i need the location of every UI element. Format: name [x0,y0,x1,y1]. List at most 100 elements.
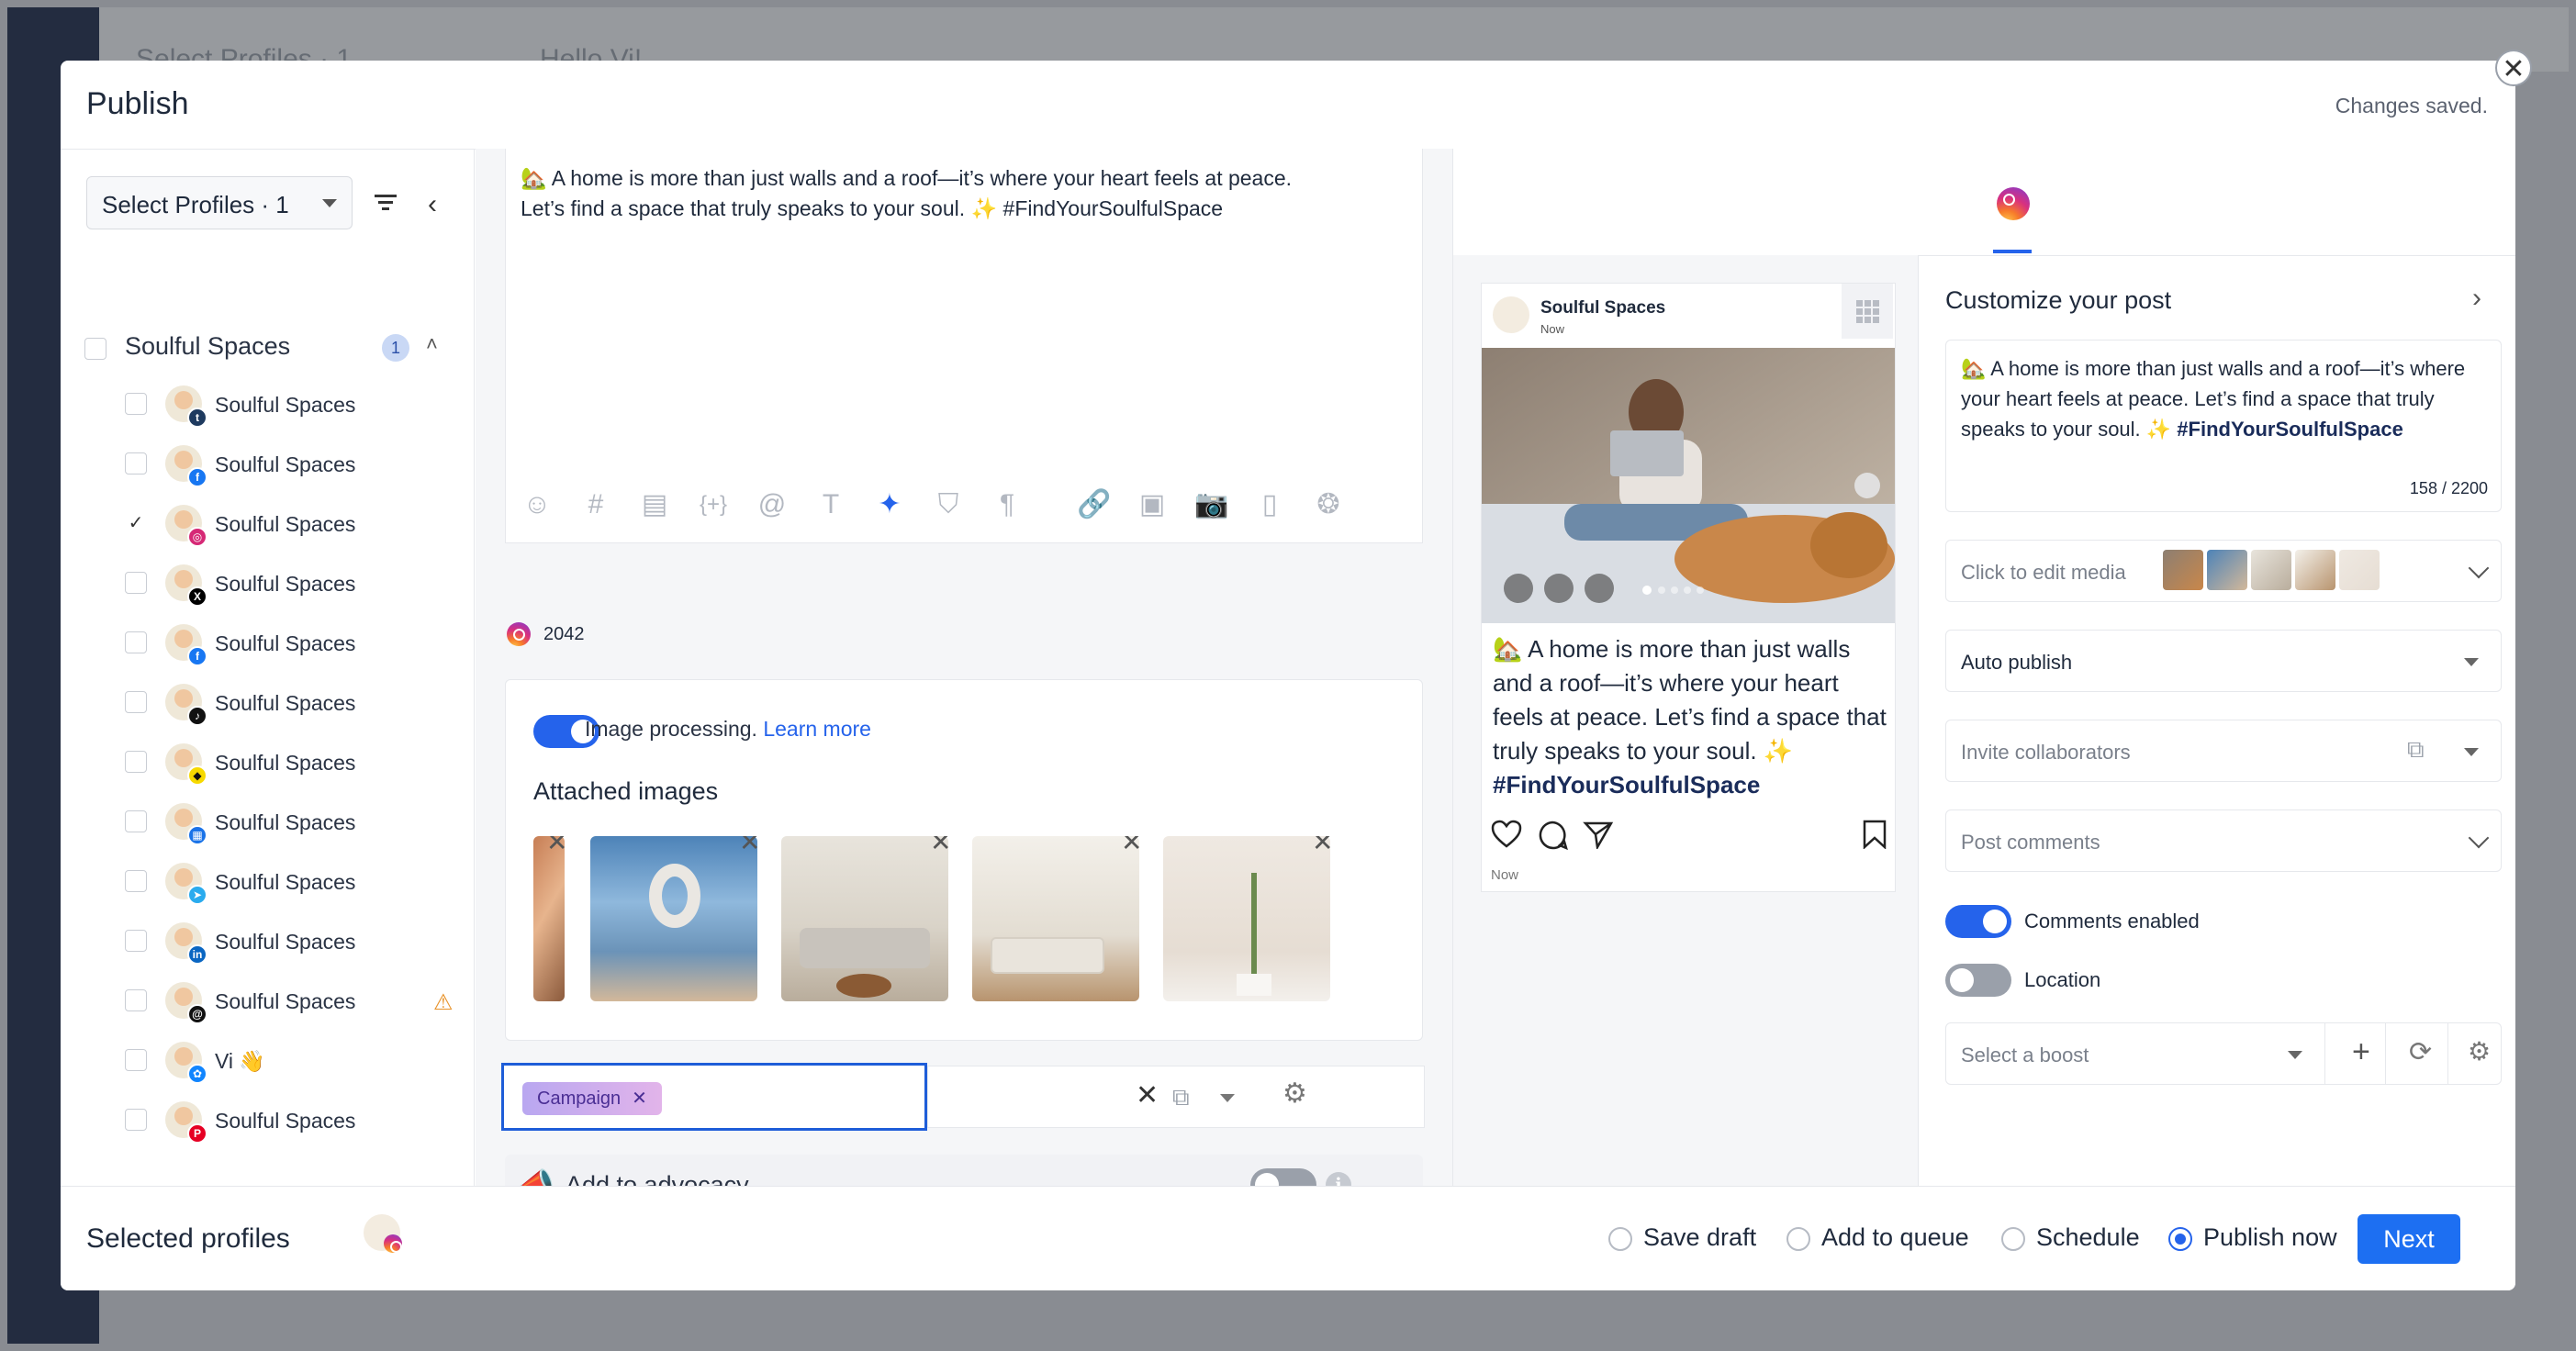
profile-row[interactable]: X Soulful Spaces [61,561,472,612]
remove-chip-icon[interactable]: ✕ [632,1089,647,1109]
next-button[interactable]: Next [2358,1214,2460,1264]
profile-checkbox[interactable]: ✓ [125,512,147,534]
post-comments-field[interactable]: Post comments [1945,809,2502,872]
collaborators-input[interactable]: Invite collaborators ⧉ [1945,720,2502,782]
comments-enabled-toggle[interactable] [1945,905,2011,938]
heart-icon[interactable] [1491,820,1522,849]
add-boost-icon[interactable]: + [2352,1034,2370,1070]
boost-placeholder[interactable]: Select a boost [1961,1044,2089,1067]
attached-image[interactable] [781,836,948,1001]
media-library-icon[interactable]: ▣ [1136,488,1169,521]
campaign-chip[interactable]: Campaign ✕ [522,1082,662,1115]
link-icon[interactable]: ⧉ [2407,735,2425,765]
preview-image[interactable] [1482,348,1895,623]
profile-row[interactable]: ♪ Soulful Spaces [61,680,472,731]
divider [2385,1023,2386,1084]
profile-row[interactable]: in Soulful Spaces [61,919,472,970]
attached-image[interactable] [1163,836,1330,1001]
publish-mode-select[interactable]: Auto publish [1945,630,2502,692]
profile-row[interactable]: ✓ ◎ Soulful Spaces [61,501,472,553]
radio-label[interactable]: Save draft [1643,1223,1756,1252]
attached-image[interactable] [590,836,757,1001]
remove-image-icon[interactable]: ✕ [739,836,760,857]
group-checkbox[interactable] [84,338,106,360]
radio-add-to-queue[interactable] [1786,1227,1810,1251]
warning-icon[interactable]: ⚠ [433,989,454,1016]
chevron-up-icon[interactable]: ˄ [426,332,438,356]
profile-checkbox[interactable] [125,930,147,952]
caret-down-icon[interactable] [2288,1051,2302,1059]
link-icon[interactable]: 🔗 [1077,488,1111,521]
edit-media-field[interactable]: Click to edit media [1945,540,2502,602]
gear-icon[interactable]: ⚙ [2468,1036,2491,1066]
attached-image[interactable] [533,836,565,1001]
profile-row[interactable]: ▦ Soulful Spaces [61,799,472,851]
profile-checkbox[interactable] [125,631,147,653]
remove-image-icon[interactable]: ✕ [1312,836,1333,857]
selected-profile-avatar[interactable] [364,1214,402,1253]
collapse-panel-icon[interactable]: ‹ [428,189,437,220]
profile-checkbox[interactable] [125,1049,147,1071]
emoji-icon[interactable]: ☺ [521,488,554,521]
gear-icon[interactable]: ⚙ [1282,1077,1307,1110]
remove-image-icon[interactable]: ✕ [546,836,567,857]
radio-publish-now[interactable] [2168,1227,2192,1251]
canva-icon[interactable]: ❂ [1312,488,1345,521]
refresh-icon[interactable]: ⟳ [2409,1036,2432,1068]
ai-wand-icon[interactable]: ✦ [873,488,906,521]
close-modal-button[interactable]: ✕ [2495,50,2532,86]
camera-icon[interactable]: 📷 [1194,488,1228,521]
profile-checkbox[interactable] [125,452,147,475]
profile-checkbox[interactable] [125,691,147,713]
custom-caption-field[interactable]: 🏡 A home is more than just walls and a r… [1945,340,2502,512]
select-profiles-dropdown[interactable]: Select Profiles · 1 [86,176,353,229]
radio-schedule[interactable] [2001,1227,2025,1251]
caret-down-icon[interactable] [1220,1094,1235,1102]
comment-icon[interactable] [1537,820,1568,851]
mention-icon[interactable]: @ [756,488,789,521]
radio-label[interactable]: Publish now [2203,1223,2337,1252]
profile-checkbox[interactable] [125,393,147,415]
profile-row[interactable]: f Soulful Spaces [61,441,472,493]
document-icon[interactable]: ▯ [1253,488,1286,521]
link-icon[interactable]: ⧉ [1172,1083,1190,1112]
location-toggle[interactable] [1945,964,2011,997]
radio-save-draft[interactable] [1608,1227,1632,1251]
profile-checkbox[interactable] [125,1109,147,1131]
profile-row[interactable]: t Soulful Spaces [61,382,472,433]
shield-icon[interactable]: ⛉ [932,488,965,521]
post-text[interactable]: 🏡 A home is more than just walls and a r… [521,163,1402,224]
variables-icon[interactable]: {+} [697,488,730,521]
text-format-icon[interactable]: T [814,488,847,521]
attached-image[interactable] [972,836,1139,1001]
filter-icon[interactable] [373,191,398,215]
learn-more-link[interactable]: Learn more [763,717,871,741]
remove-image-icon[interactable]: ✕ [1121,836,1142,857]
profile-row[interactable]: ➤ Soulful Spaces [61,859,472,910]
profile-row[interactable]: @ Soulful Spaces ⚠ [61,978,472,1030]
preview-customize-panel: Soulful Spaces Now 🏡 A home is more than… [1453,149,2515,1186]
template-icon[interactable]: ▤ [638,488,671,521]
post-editor[interactable]: 🏡 A home is more than just walls and a r… [505,149,1423,543]
profile-row[interactable]: P Soulful Spaces [61,1098,472,1149]
chevron-right-icon[interactable]: › [2472,283,2481,314]
instagram-tab-icon[interactable] [1997,187,2030,220]
campaign-input[interactable]: Campaign ✕ [501,1063,927,1131]
remove-image-icon[interactable]: ✕ [930,836,951,857]
share-icon[interactable] [1583,820,1614,849]
profile-checkbox[interactable] [125,989,147,1011]
bookmark-icon[interactable] [1862,820,1887,849]
radio-label[interactable]: Schedule [2036,1223,2140,1252]
paragraph-icon[interactable]: ¶ [991,488,1024,521]
profile-row[interactable]: ✿ Vi 👋 [61,1038,472,1089]
grid-view-icon[interactable] [1842,284,1893,339]
hashtag-icon[interactable]: # [579,488,612,521]
profile-checkbox[interactable] [125,751,147,773]
profile-row[interactable]: f Soulful Spaces [61,620,472,672]
radio-label[interactable]: Add to queue [1821,1223,1969,1252]
profile-checkbox[interactable] [125,572,147,594]
profile-checkbox[interactable] [125,870,147,892]
profile-row[interactable]: ◆ Soulful Spaces [61,740,472,791]
clear-campaign-icon[interactable]: ✕ [1136,1079,1159,1111]
profile-checkbox[interactable] [125,810,147,832]
